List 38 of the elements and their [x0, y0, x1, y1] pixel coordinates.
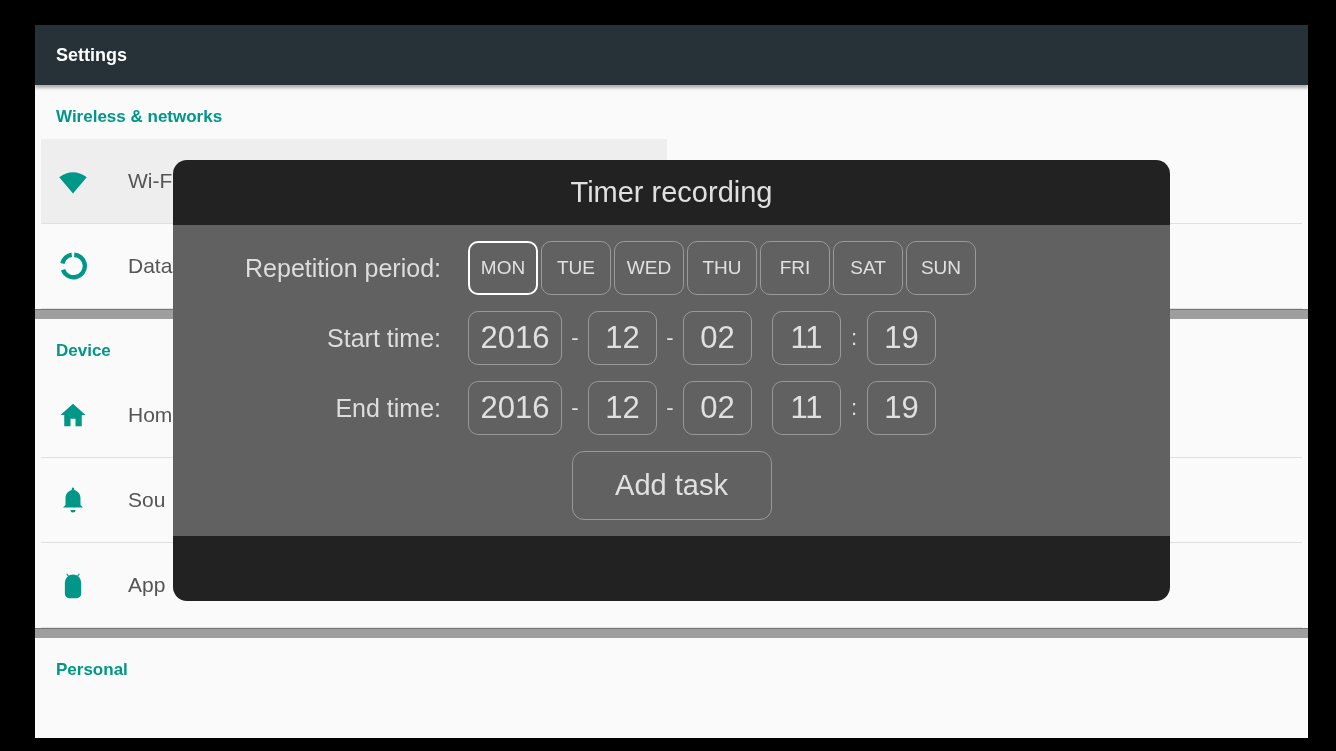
number-field[interactable]: 19: [867, 311, 936, 365]
day-toggle[interactable]: SUN: [906, 241, 976, 295]
dialog-title: Timer recording: [173, 160, 1170, 225]
field-label: End time:: [334, 393, 441, 423]
section-title: Wireless & networks: [56, 107, 223, 126]
number-field[interactable]: 19: [867, 381, 936, 435]
item-label: App: [128, 573, 166, 597]
number-field[interactable]: 12: [588, 311, 657, 365]
item-label: Data: [128, 254, 173, 278]
section-title: Device: [56, 341, 111, 360]
number-field[interactable]: 2016: [468, 311, 562, 365]
add-task-button[interactable]: Add task: [571, 451, 772, 520]
day-toggle[interactable]: THU: [687, 241, 757, 295]
app-title: Settings: [56, 44, 127, 66]
separator-text: :: [849, 395, 859, 421]
separator-text: :: [849, 325, 859, 351]
item-label: Wi-F: [128, 169, 173, 193]
field-label: Start time:: [326, 323, 441, 353]
number-field[interactable]: 02: [683, 311, 752, 365]
field-label: Repetition period:: [244, 253, 441, 283]
separator-text: -: [570, 325, 580, 351]
day-toggle[interactable]: WED: [614, 241, 684, 295]
item-label: Hom: [128, 403, 173, 427]
number-field[interactable]: 11: [772, 381, 841, 435]
number-field[interactable]: 02: [683, 381, 752, 435]
section-title: Personal: [56, 660, 128, 679]
ring-icon: [58, 251, 88, 281]
separator-text: -: [570, 395, 580, 421]
day-toggle[interactable]: FRI: [760, 241, 830, 295]
day-toggle[interactable]: MON: [468, 241, 538, 295]
number-field[interactable]: 11: [772, 311, 841, 365]
day-toggle[interactable]: SAT: [833, 241, 903, 295]
number-field[interactable]: 2016: [468, 381, 562, 435]
separator-text: -: [665, 325, 675, 351]
number-field[interactable]: 12: [588, 381, 657, 435]
separator-text: -: [665, 395, 675, 421]
item-label: Sou: [128, 488, 166, 512]
day-toggle[interactable]: TUE: [541, 241, 611, 295]
